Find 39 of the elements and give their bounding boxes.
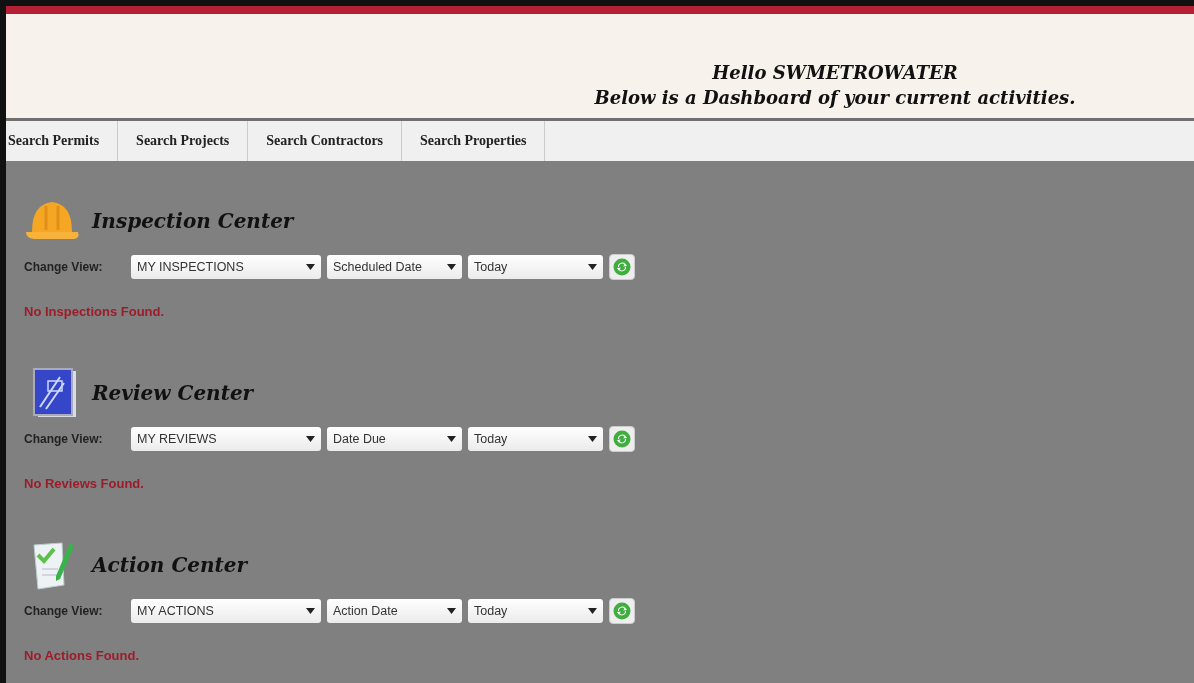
filter-dropdown[interactable]: Scheduled Date [327,255,462,279]
caret-icon [588,264,597,270]
dashboard-subtitle: Below is a Dashboard of your current activities. [593,86,1077,110]
refresh-button[interactable] [609,254,635,280]
refresh-button[interactable] [609,598,635,624]
caret-icon [447,436,456,442]
caret-icon [447,264,456,270]
change-view-label: Change View: [24,432,104,446]
section-title: Review Center [92,381,254,405]
refresh-icon [613,430,631,448]
filter-dropdown[interactable]: Today [468,599,603,623]
section-title: Action Center [92,553,248,577]
filter-dropdown[interactable]: Today [468,255,603,279]
empty-message: No Reviews Found. [24,476,145,491]
nav-tab[interactable]: Search Properties [402,121,546,161]
nav-tab[interactable]: Search Permits [6,121,119,161]
caret-icon [447,608,456,614]
refresh-icon [613,602,631,620]
caret-icon [306,264,315,270]
filter-dropdown[interactable]: MY INSPECTIONS [131,255,321,279]
nav-tab[interactable]: Search Contractors [248,121,403,161]
filter-dropdown[interactable]: Action Date [327,599,462,623]
caret-icon [588,608,597,614]
caret-icon [588,436,597,442]
greeting: Hello SWMETROWATER [711,61,959,85]
filter-dropdown[interactable]: MY ACTIONS [131,599,321,623]
caret-icon [306,436,315,442]
filter-dropdown[interactable]: MY REVIEWS [131,427,321,451]
section-title: Inspection Center [92,209,294,233]
change-view-label: Change View: [24,260,104,274]
empty-message: No Actions Found. [24,648,141,663]
refresh-icon [613,258,631,276]
change-view-label: Change View: [24,604,104,618]
refresh-button[interactable] [609,426,635,452]
filter-dropdown[interactable]: Date Due [327,427,462,451]
empty-message: No Inspections Found. [24,304,166,319]
nav-tab[interactable]: Search Projects [118,121,249,161]
caret-icon [306,608,315,614]
filter-dropdown[interactable]: Today [468,427,603,451]
